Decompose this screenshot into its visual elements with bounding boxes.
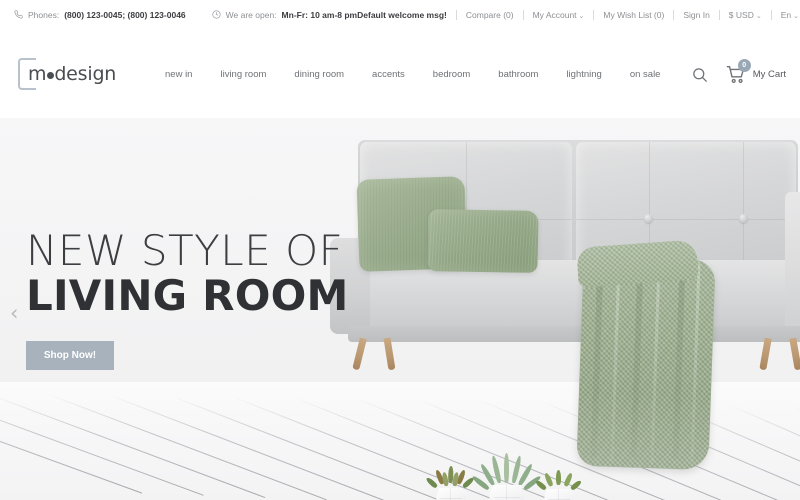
logo[interactable]: m design: [18, 55, 128, 93]
hours-value: Mn-Fr: 10 am-8 pm: [281, 10, 358, 20]
sofa-seat: [348, 260, 800, 332]
nav-item-living-room[interactable]: living room: [206, 69, 280, 80]
shopping-cart-icon: 0: [725, 59, 751, 85]
currency-selector[interactable]: $ USD ⌄: [720, 10, 771, 20]
shop-now-button[interactable]: Shop Now!: [26, 340, 114, 370]
sofa-leg: [383, 337, 396, 371]
chevron-left-icon[interactable]: ‹: [10, 303, 18, 324]
tuft-button: [644, 214, 654, 224]
tuft-button: [738, 214, 748, 224]
nav-item-lightning[interactable]: lightning: [552, 69, 615, 80]
throw-blanket: [576, 239, 716, 471]
site-header: m design new in living room dining room …: [0, 30, 800, 118]
floor-plank-line: [45, 393, 327, 500]
logo-text-pre: m: [28, 63, 47, 85]
header-actions: 0 My Cart: [690, 59, 786, 85]
phone-numbers: (800) 123-0045; (800) 123-0046: [64, 10, 186, 20]
floor-plank-line: [727, 404, 800, 500]
language-selector[interactable]: En ⌄: [772, 10, 800, 20]
chevron-down-icon: ⌄: [793, 13, 799, 20]
top-link-my-account[interactable]: My Account ⌄: [524, 10, 594, 20]
sofa-leg: [759, 337, 772, 371]
clock-icon: [212, 9, 221, 21]
floor-plank-line: [0, 392, 266, 499]
cart-button[interactable]: 0 My Cart: [725, 59, 786, 85]
hero-banner: NEW STYLE OF LIVING ROOM Shop Now! ‹: [0, 118, 800, 500]
logo-text: m design: [28, 63, 116, 85]
hero-headline-line1: NEW STYLE OF: [26, 226, 344, 275]
top-bar-left: Phones: (800) 123-0045; (800) 123-0046 W…: [14, 9, 358, 21]
floor-plank-line: [0, 391, 204, 496]
sofa-skirt: [348, 326, 800, 342]
plant-pot: [544, 489, 574, 500]
top-link-compare[interactable]: Compare (0): [457, 10, 523, 20]
plant-pot: [489, 485, 525, 500]
top-link-sign-in[interactable]: Sign In: [674, 10, 718, 20]
phone-label: Phones:: [28, 10, 60, 20]
sofa-leg: [789, 337, 800, 371]
cart-label: My Cart: [752, 68, 786, 80]
nav-item-new-in[interactable]: new in: [151, 69, 206, 80]
nav-item-bathroom[interactable]: bathroom: [484, 69, 552, 80]
floor-plank-line: [107, 394, 389, 500]
sofa-arm-right: [785, 192, 800, 334]
nav-item-accents[interactable]: accents: [358, 69, 419, 80]
throw-drape-top: [576, 239, 699, 288]
top-link-wish-list[interactable]: My Wish List (0): [594, 10, 673, 20]
sofa-illustration: [330, 140, 800, 400]
pillow-small: [427, 209, 539, 273]
welcome-message: Default welcome msg!: [357, 10, 447, 20]
hours-info: We are open: Mn-Fr: 10 am-8 pm: [212, 9, 358, 21]
chevron-down-icon: ⌄: [578, 13, 585, 20]
hours-label: We are open:: [225, 10, 277, 20]
potted-plant-center: [471, 453, 542, 500]
potted-plant-left: [425, 465, 475, 500]
main-nav: new in living room dining room accents b…: [151, 69, 674, 80]
nav-item-on-sale[interactable]: on sale: [616, 69, 675, 80]
chevron-down-icon: ⌄: [755, 13, 762, 20]
nav-item-bedroom[interactable]: bedroom: [419, 69, 485, 80]
nav-item-dining-room[interactable]: dining room: [280, 69, 358, 80]
hero-headline-line2: LIVING ROOM: [26, 271, 349, 321]
dot-icon: [46, 71, 54, 79]
throw-body: [576, 255, 716, 471]
page-root: Phones: (800) 123-0045; (800) 123-0046 W…: [0, 0, 800, 500]
search-icon[interactable]: [690, 64, 710, 84]
potted-plant-right: [534, 470, 583, 500]
plant-pot: [436, 488, 466, 500]
sofa-leg: [352, 337, 367, 371]
floor-plank-line: [169, 395, 450, 500]
logo-text-post: design: [54, 63, 117, 85]
hero-copy: NEW STYLE OF LIVING ROOM Shop Now!: [26, 228, 349, 370]
phone-icon: [14, 9, 23, 21]
cart-count-badge: 0: [737, 59, 751, 72]
top-bar: Phones: (800) 123-0045; (800) 123-0046 W…: [0, 0, 800, 30]
phone-info: Phones: (800) 123-0045; (800) 123-0046: [14, 9, 186, 21]
top-bar-right: Default welcome msg! Compare (0) My Acco…: [357, 10, 800, 20]
